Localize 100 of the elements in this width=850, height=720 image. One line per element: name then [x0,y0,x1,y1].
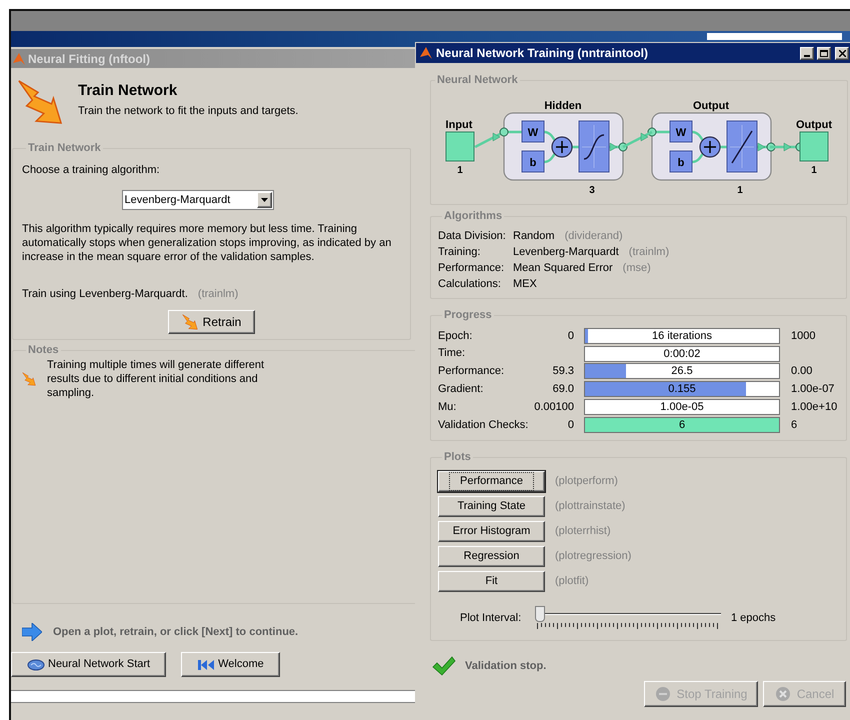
nav-button[interactable]: Neural Network Start [11,652,166,677]
layer-size: 1 [737,185,743,196]
layer-title: Hidden [544,100,582,112]
group-title: Neural Network [436,73,519,87]
weight-block [670,120,692,142]
output-node [800,132,828,162]
algorithm-value: Random [513,228,555,244]
window-title: Neural Network Training (nntraintool) [436,45,650,62]
arrow-icon [22,372,36,386]
stop-icon [654,686,671,702]
progress-label: Mu: [438,400,458,415]
progress-value: 6 [678,418,686,432]
window-title: Neural Fitting (nftool) [28,50,150,68]
port-icon [500,128,508,136]
weight-label: W [676,127,686,139]
function-name: (mse) [622,260,651,276]
progress-min: 69.0 [552,382,574,398]
progress-value: 26.5 [670,364,694,378]
progress-min: 0.00100 [534,400,574,415]
transfer-function-block [726,120,758,172]
hint-text: Open a plot, retrain, or click [Next] to continue. [53,624,298,640]
bias-block [670,150,692,172]
algorithm-description: This algorithm typically requires more memory but less time. Training automatically stops when generalization stops improving, as indicated by an increase in the mean square error of the validation samples. [22,222,392,264]
status-text: Validation stop. [465,658,546,674]
plot-button[interactable]: Error Histogram [438,521,545,542]
plot-button[interactable]: Fit [438,571,545,592]
rewind-icon [197,658,216,670]
weight-label: W [528,127,538,139]
progress-max: 1.00e-07 [791,382,834,398]
plot-button[interactable]: Performance [438,471,545,492]
progress-value: 16 iterations [651,328,713,343]
transfer-function-block [578,120,610,172]
algorithm-dropdown[interactable]: Levenberg-Marquardt [122,190,274,210]
output-label: Output [796,119,832,131]
page-title: Train Network [78,82,178,100]
plot-interval-reading: 1 epochs [731,610,776,626]
input-size: 1 [457,165,463,176]
output-size: 1 [811,165,817,176]
progress-min: 59.3 [552,364,574,380]
cancel-icon [774,686,791,702]
algorithm-value: MEX [513,276,537,292]
bias-label: b [678,157,684,169]
function-name: (plottrainstate) [555,499,626,514]
function-name: (plotfit) [555,574,589,590]
algorithm-label: Data Division: [438,228,507,244]
retrain-button[interactable]: Retrain [168,310,255,334]
group-title: Algorithms [443,209,504,223]
progress-label: Validation Checks: [438,418,530,433]
close-button[interactable] [835,46,849,60]
algorithm-label: Training: [438,244,482,260]
algorithm-prompt: Choose a training algorithm: [22,163,161,177]
input-node [446,132,474,162]
input-label: Input [446,119,472,131]
function-name: (plotperform) [555,474,618,490]
progress-label: Performance: [438,364,506,380]
minimize-button[interactable] [800,46,814,60]
plot-interval-slider[interactable] [535,605,721,631]
plot-button[interactable]: Training State [438,496,545,517]
group-title: Train Network [27,141,102,155]
progress-label: Epoch: [438,328,474,344]
page-subtitle: Train the network to fit the inputs and targets. [78,104,298,118]
plot-interval-label: Plot Interval: [460,610,522,626]
progress-min: 0 [568,328,574,344]
progress-label: Gradient: [438,382,484,398]
notes-text: Training multiple times will generate different results due to different initial conditions and sampling. [47,358,266,400]
function-name: (dividerand) [564,228,623,244]
function-name: (plotregression) [555,549,632,564]
check-icon [432,656,456,676]
plot-button[interactable]: Regression [438,546,545,567]
maximize-button[interactable] [817,46,831,60]
bias-label: b [530,157,536,169]
slider-thumb[interactable] [535,606,545,622]
function-name: (trainlm) [628,244,670,260]
progress-min: 0 [568,418,574,433]
progress-max: 0.00 [791,364,812,380]
layer-title: Output [692,100,730,112]
group-title: Plots [443,450,472,464]
maximize-icon [820,50,828,56]
algorithm-label: Performance: [438,260,506,276]
progress-label: Time: [438,346,466,362]
sum-icon [551,136,573,158]
group-title: Notes [27,343,60,357]
sum-icon [699,136,721,158]
nav-button[interactable]: Welcome [181,652,280,677]
right-arrow-icon [22,623,42,641]
arrow-icon [17,79,63,125]
bias-block [522,150,544,172]
algorithm-label: Calculations: [438,276,502,292]
arrow-icon [182,314,198,330]
function-name: (trainlm) [198,287,238,301]
logo-icon [12,52,26,66]
algorithm-value: Mean Squared Error [513,260,613,276]
algorithm-value: Levenberg-Marquardt [513,244,619,260]
progress-value: 0.155 [667,382,697,396]
close-icon [838,50,846,56]
layer-size: 3 [589,185,595,196]
text-field[interactable] [707,33,842,40]
progress-max: 1.00e+10 [791,400,838,415]
weight-block [522,120,544,142]
group-title: Progress [443,308,493,322]
